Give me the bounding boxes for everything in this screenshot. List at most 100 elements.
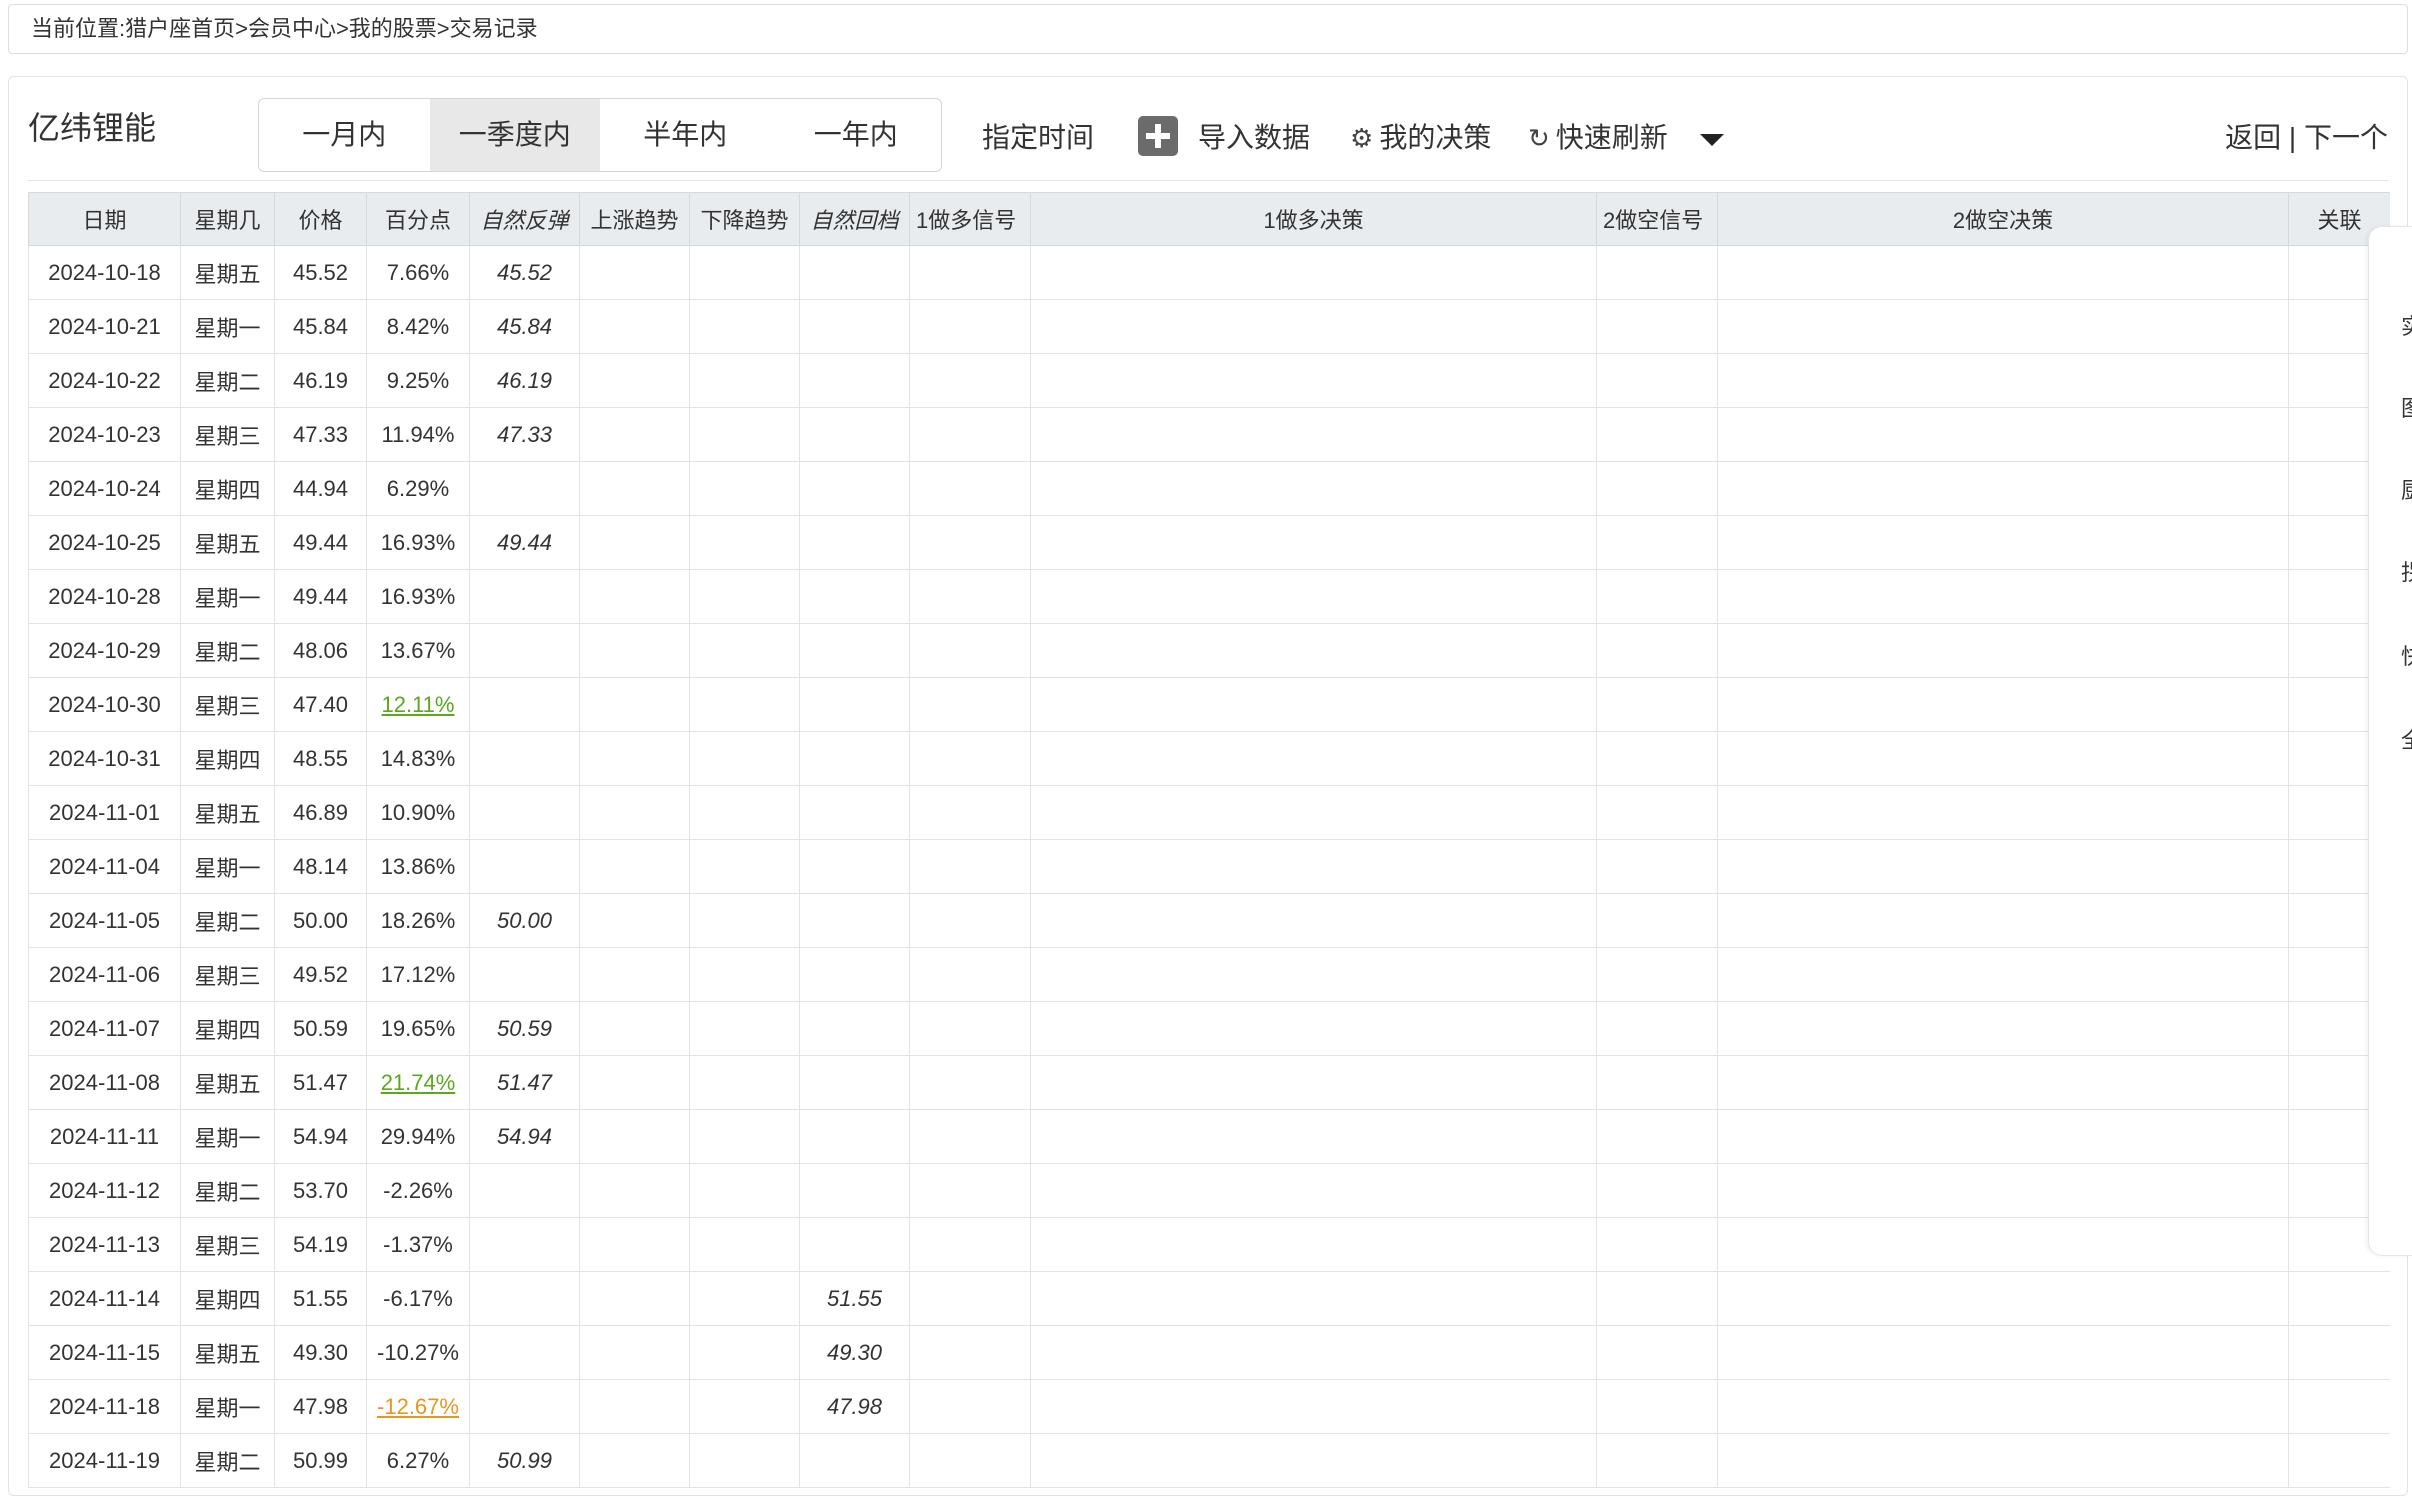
col-natural-pullback[interactable]: 自然回档	[799, 192, 910, 246]
cell-short2-decision	[1717, 353, 2289, 408]
cell-percent: 14.83%	[366, 731, 470, 786]
col-long1-decision[interactable]: 1做多决策	[1030, 192, 1597, 246]
cell-natural-pullback	[799, 623, 910, 678]
col-weekday[interactable]: 星期几	[180, 192, 275, 246]
cell-short2-signal	[1596, 623, 1718, 678]
side-panel-label[interactable]: 快	[2401, 639, 2412, 671]
cell-weekday: 星期四	[180, 461, 275, 516]
cell-percent: 18.26%	[366, 893, 470, 948]
cell-downtrend	[689, 1379, 800, 1434]
cell-date: 2024-10-18	[28, 245, 181, 300]
col-short2-decision[interactable]: 2做空决策	[1717, 192, 2289, 246]
import-data-button[interactable]: 导入数据	[1198, 114, 1310, 162]
cell-long1-signal	[909, 1271, 1031, 1326]
cell-natural-rebound: 45.52	[469, 245, 580, 300]
col-downtrend[interactable]: 下降趋势	[689, 192, 800, 246]
highlighted-percent[interactable]: 12.11%	[382, 692, 455, 717]
cell-uptrend	[579, 731, 690, 786]
col-uptrend[interactable]: 上涨趋势	[579, 192, 690, 246]
table-row: 2024-11-06 星期三 49.52 17.12%	[28, 947, 2390, 1002]
tab-half-year[interactable]: 半年内	[600, 99, 771, 171]
cell-price: 53.70	[274, 1163, 367, 1218]
highlighted-percent[interactable]: -12.67%	[377, 1394, 459, 1419]
cell-weekday: 星期二	[180, 893, 275, 948]
cell-short2-decision	[1717, 515, 2289, 570]
cell-natural-rebound: 47.33	[469, 407, 580, 462]
table-row: 2024-11-07 星期四 50.59 19.65% 50.59	[28, 1001, 2390, 1056]
cell-percent: 13.67%	[366, 623, 470, 678]
cell-uptrend	[579, 893, 690, 948]
cell-weekday: 星期一	[180, 569, 275, 624]
tab-one-quarter[interactable]: 一季度内	[429, 99, 600, 171]
cell-short2-decision	[1717, 623, 2289, 678]
cell-short2-decision	[1717, 839, 2289, 894]
cell-price: 49.44	[274, 569, 367, 624]
gear-icon: ⚙	[1350, 123, 1374, 153]
col-natural-rebound[interactable]: 自然反弹	[469, 192, 580, 246]
side-panel[interactable]: 实 图 厨 拐 快 全	[2368, 226, 2412, 1256]
my-decision-button[interactable]: ⚙ 我的决策	[1350, 114, 1491, 162]
cell-weekday: 星期三	[180, 677, 275, 732]
cell-uptrend	[579, 461, 690, 516]
back-link[interactable]: 返回	[2225, 122, 2281, 153]
cell-percent: 12.11%	[366, 677, 470, 732]
cell-percent: 8.42%	[366, 299, 470, 354]
tab-one-month[interactable]: 一月内	[259, 99, 430, 171]
cell-long1-signal	[909, 1325, 1031, 1380]
cell-short2-signal	[1596, 245, 1718, 300]
cell-short2-decision	[1717, 569, 2289, 624]
cell-price: 49.30	[274, 1325, 367, 1380]
col-price[interactable]: 价格	[274, 192, 367, 246]
cell-uptrend	[579, 623, 690, 678]
cell-price: 50.99	[274, 1433, 367, 1488]
quick-refresh-button[interactable]: ↻ 快速刷新	[1528, 114, 1668, 162]
cell-percent: 9.25%	[366, 353, 470, 408]
cell-downtrend	[689, 1001, 800, 1056]
caret-down-icon[interactable]	[1700, 134, 1724, 146]
cell-long1-signal	[909, 1109, 1031, 1164]
cell-downtrend	[689, 1055, 800, 1110]
cell-date: 2024-10-21	[28, 299, 181, 354]
cell-long1-signal	[909, 893, 1031, 948]
side-panel-label[interactable]: 全	[2401, 723, 2412, 755]
cell-weekday: 星期一	[180, 299, 275, 354]
cell-short2-decision	[1717, 245, 2289, 300]
quick-refresh-label: 快速刷新	[1555, 122, 1668, 153]
cell-date: 2024-11-13	[28, 1217, 181, 1272]
cell-long1-decision	[1030, 461, 1597, 516]
side-panel-label[interactable]: 实	[2401, 309, 2412, 341]
col-percent[interactable]: 百分点	[366, 192, 470, 246]
cell-long1-signal	[909, 1163, 1031, 1218]
cell-date: 2024-11-04	[28, 839, 181, 894]
cell-weekday: 星期五	[180, 515, 275, 570]
side-panel-label[interactable]: 拐	[2401, 555, 2412, 587]
cell-long1-decision	[1030, 1217, 1597, 1272]
side-panel-label[interactable]: 图	[2401, 391, 2412, 423]
cell-date: 2024-11-15	[28, 1325, 181, 1380]
cell-short2-signal	[1596, 461, 1718, 516]
cell-uptrend	[579, 569, 690, 624]
nav-links: 返回 | 下一个	[2225, 114, 2388, 162]
side-panel-label[interactable]: 厨	[2401, 473, 2412, 505]
col-short2-signal[interactable]: 2做空信号	[1596, 192, 1718, 246]
cell-short2-decision	[1717, 1163, 2289, 1218]
cell-weekday: 星期三	[180, 947, 275, 1002]
tab-one-year[interactable]: 一年内	[771, 99, 942, 171]
cell-natural-pullback: 49.30	[799, 1325, 910, 1380]
col-date[interactable]: 日期	[28, 192, 181, 246]
cell-natural-rebound	[469, 731, 580, 786]
col-long1-signal[interactable]: 1做多信号	[909, 192, 1031, 246]
cell-natural-pullback	[799, 1217, 910, 1272]
cell-long1-signal	[909, 515, 1031, 570]
next-link[interactable]: 下一个	[2304, 122, 2388, 153]
cell-date: 2024-11-18	[28, 1379, 181, 1434]
table-body: 2024-10-18 星期五 45.52 7.66% 45.52 2024-10-21 星期…	[28, 245, 2390, 1488]
specify-time-button[interactable]: 指定时间	[982, 114, 1094, 162]
cell-price: 47.98	[274, 1379, 367, 1434]
cell-long1-signal	[909, 785, 1031, 840]
highlighted-percent[interactable]: 21.74%	[381, 1070, 456, 1095]
cell-short2-decision	[1717, 299, 2289, 354]
cell-weekday: 星期一	[180, 839, 275, 894]
cell-weekday: 星期三	[180, 407, 275, 462]
plus-square-icon[interactable]	[1138, 116, 1178, 156]
